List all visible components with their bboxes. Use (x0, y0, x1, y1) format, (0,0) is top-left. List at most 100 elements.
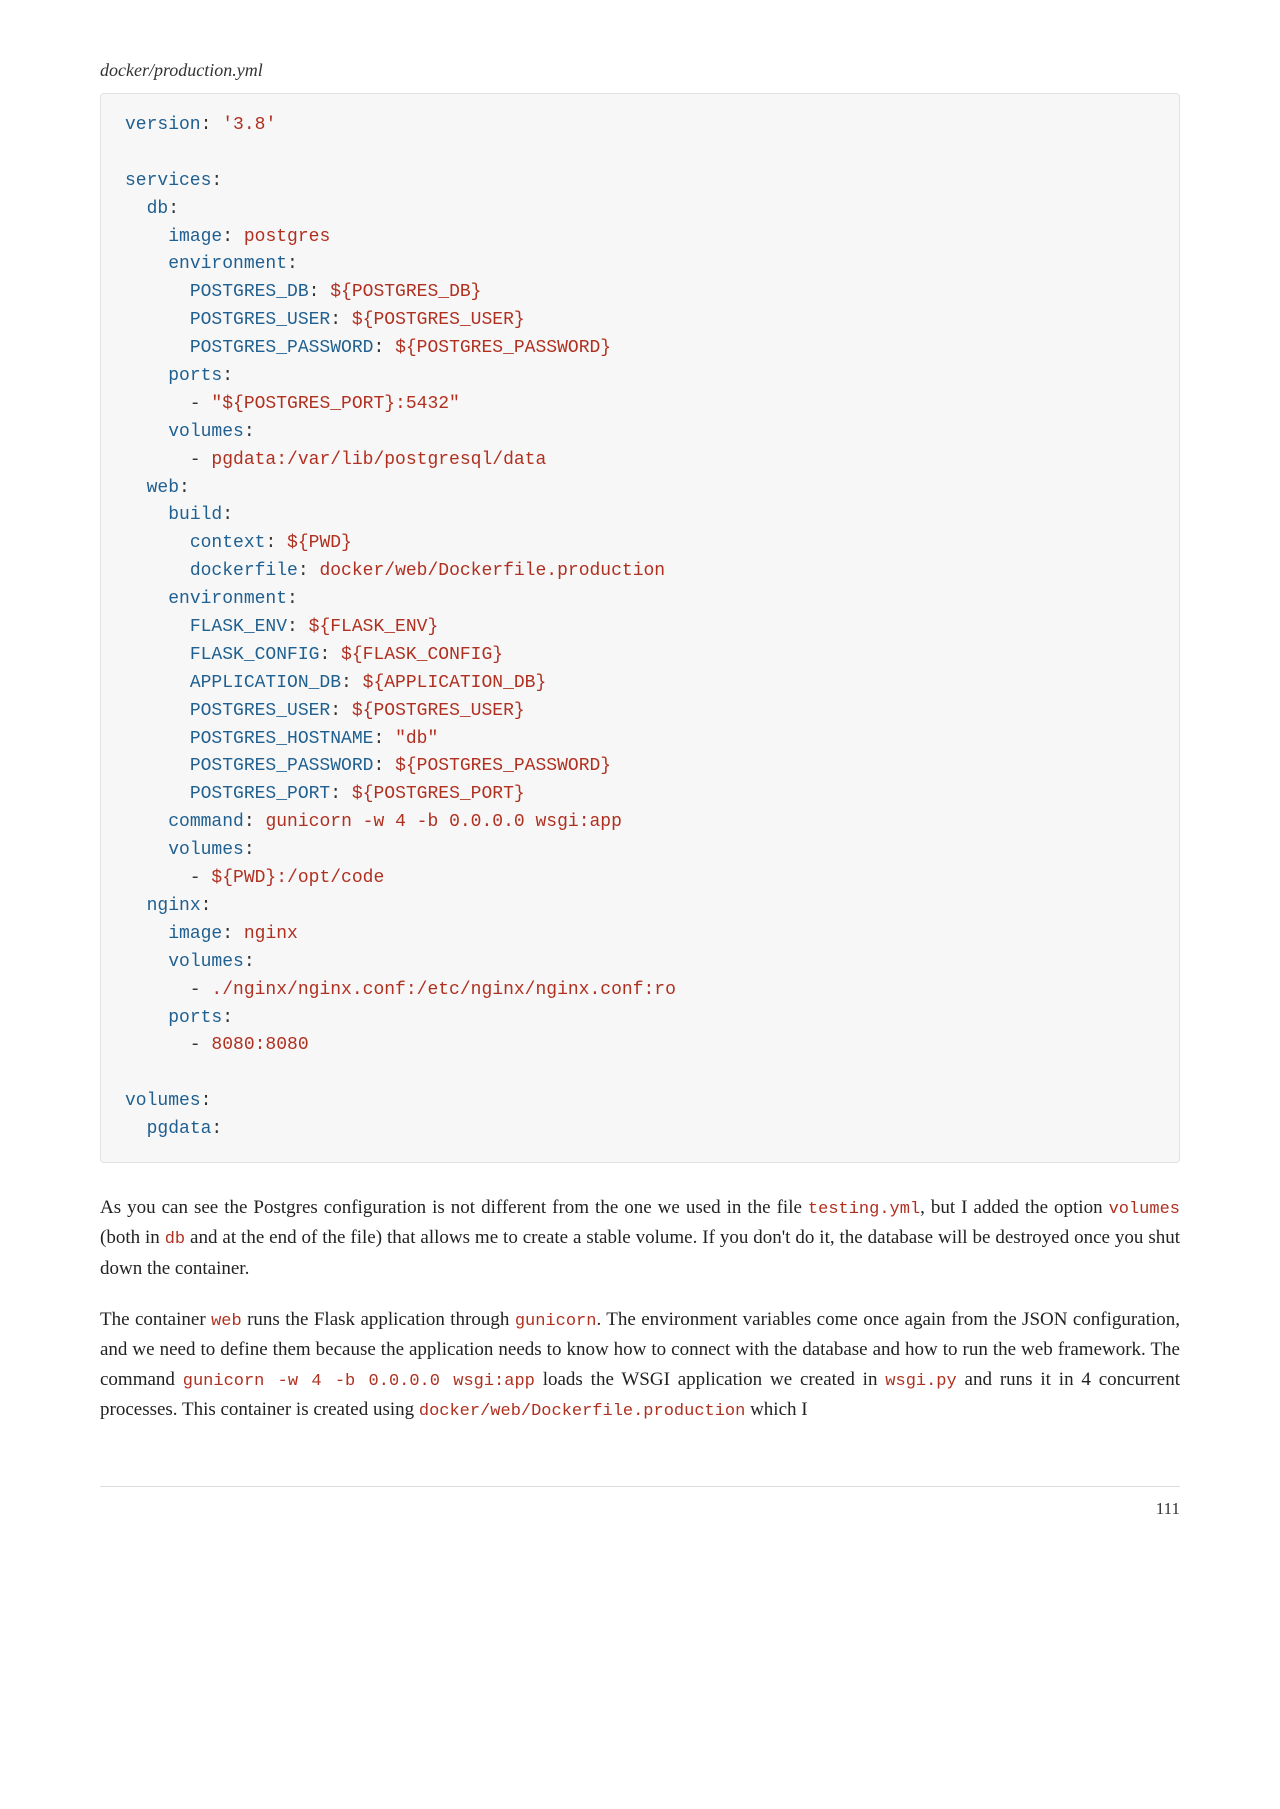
code-token (125, 896, 147, 916)
code-token: : (244, 422, 255, 442)
paragraph-1: As you can see the Postgres configuratio… (100, 1193, 1180, 1283)
code-token: ${POSTGRES_DB} (330, 282, 481, 302)
code-token: : (309, 282, 331, 302)
code-token (125, 282, 190, 302)
code-token (125, 756, 190, 776)
code-token: web (147, 478, 179, 498)
code-token: environment (168, 589, 287, 609)
code-token: ${PWD} (287, 533, 352, 553)
code-token: : (244, 812, 266, 832)
code-token: - (125, 394, 211, 414)
code-token (125, 617, 190, 637)
text-segment: (both in (100, 1227, 165, 1248)
code-token: POSTGRES_PORT (190, 784, 330, 804)
code-token (125, 645, 190, 665)
code-token: - (125, 450, 211, 470)
code-token: context (190, 533, 266, 553)
code-token (125, 784, 190, 804)
code-token: ${POSTGRES_PORT} (352, 784, 525, 804)
code-token: : (222, 366, 233, 386)
code-token: image (168, 924, 222, 944)
code-token: "db" (395, 729, 438, 749)
code-token: : (330, 784, 352, 804)
code-token: volumes (168, 422, 244, 442)
code-token: db (147, 199, 169, 219)
text-segment: The container (100, 1309, 211, 1330)
code-token: nginx (244, 924, 298, 944)
code-token (125, 812, 168, 832)
code-token: : (222, 1008, 233, 1028)
text-segment: loads the WSGI application we created in (535, 1369, 885, 1390)
code-token: : (341, 673, 363, 693)
page-number: 111 (100, 1486, 1180, 1519)
code-token: : (287, 617, 309, 637)
code-token: ports (168, 366, 222, 386)
code-token: ${POSTGRES_PASSWORD} (395, 338, 611, 358)
text-segment: and at the end of the file) that allows … (100, 1227, 1180, 1278)
text-segment: runs the Flask application through (242, 1309, 515, 1330)
code-token: - (125, 980, 211, 1000)
code-token: : (179, 478, 190, 498)
code-token: '3.8' (222, 115, 276, 135)
code-token: POSTGRES_USER (190, 701, 330, 721)
code-token: dockerfile (190, 561, 298, 581)
code-token: : (201, 115, 223, 135)
code-token: ./nginx/nginx.conf:/etc/nginx/nginx.conf… (211, 980, 675, 1000)
code-token (125, 673, 190, 693)
code-token: gunicorn -w 4 -b 0.0.0.0 wsgi:app (265, 812, 621, 832)
text-segment: which I (745, 1399, 807, 1420)
code-token: POSTGRES_PASSWORD (190, 756, 374, 776)
code-token: : (330, 310, 352, 330)
code-token: ${POSTGRES_USER} (352, 701, 525, 721)
code-token: : (222, 227, 244, 247)
inline-code: db (165, 1230, 185, 1249)
file-path-label: docker/production.yml (100, 60, 1180, 81)
code-token: nginx (147, 896, 201, 916)
code-token: - (125, 868, 211, 888)
code-token (125, 533, 190, 553)
code-token: : (265, 533, 287, 553)
code-token: APPLICATION_DB (190, 673, 341, 693)
code-token: ${POSTGRES_PASSWORD} (395, 756, 611, 776)
code-token: : (373, 756, 395, 776)
code-token: volumes (168, 840, 244, 860)
inline-code: volumes (1109, 1200, 1180, 1219)
text-segment: As you can see the Postgres configuratio… (100, 1197, 808, 1218)
code-token (125, 561, 190, 581)
code-token: : (211, 1119, 222, 1139)
code-token: "${POSTGRES_PORT}:5432" (211, 394, 459, 414)
code-token: : (287, 254, 298, 274)
code-token: volumes (125, 1091, 201, 1111)
code-token: : (222, 505, 233, 525)
code-token: ${APPLICATION_DB} (363, 673, 547, 693)
code-token: : (373, 729, 395, 749)
code-token (125, 478, 147, 498)
code-block-yaml: version: '3.8' services: db: image: post… (100, 93, 1180, 1163)
text-segment: , but I added the option (920, 1197, 1108, 1218)
code-token (125, 589, 168, 609)
code-token: postgres (244, 227, 330, 247)
code-token (125, 254, 168, 274)
code-token: : (287, 589, 298, 609)
code-token (125, 227, 168, 247)
code-token: pgdata (147, 1119, 212, 1139)
code-token: : (319, 645, 341, 665)
code-token (125, 366, 168, 386)
code-token: : (201, 896, 212, 916)
code-token: ports (168, 1008, 222, 1028)
code-token: POSTGRES_USER (190, 310, 330, 330)
code-token: build (168, 505, 222, 525)
inline-code: gunicorn -w 4 -b 0.0.0.0 wsgi:app (183, 1372, 535, 1391)
code-token: ${POSTGRES_USER} (352, 310, 525, 330)
code-token: docker/web/Dockerfile.production (319, 561, 665, 581)
inline-code: docker/web/Dockerfile.production (419, 1402, 745, 1421)
code-token: POSTGRES_HOSTNAME (190, 729, 374, 749)
code-token: image (168, 227, 222, 247)
code-token: FLASK_CONFIG (190, 645, 320, 665)
code-token: ${PWD}:/opt/code (211, 868, 384, 888)
code-token (125, 1008, 168, 1028)
code-token: FLASK_ENV (190, 617, 287, 637)
code-token (125, 338, 190, 358)
code-token (125, 729, 190, 749)
code-token: ${FLASK_CONFIG} (341, 645, 503, 665)
